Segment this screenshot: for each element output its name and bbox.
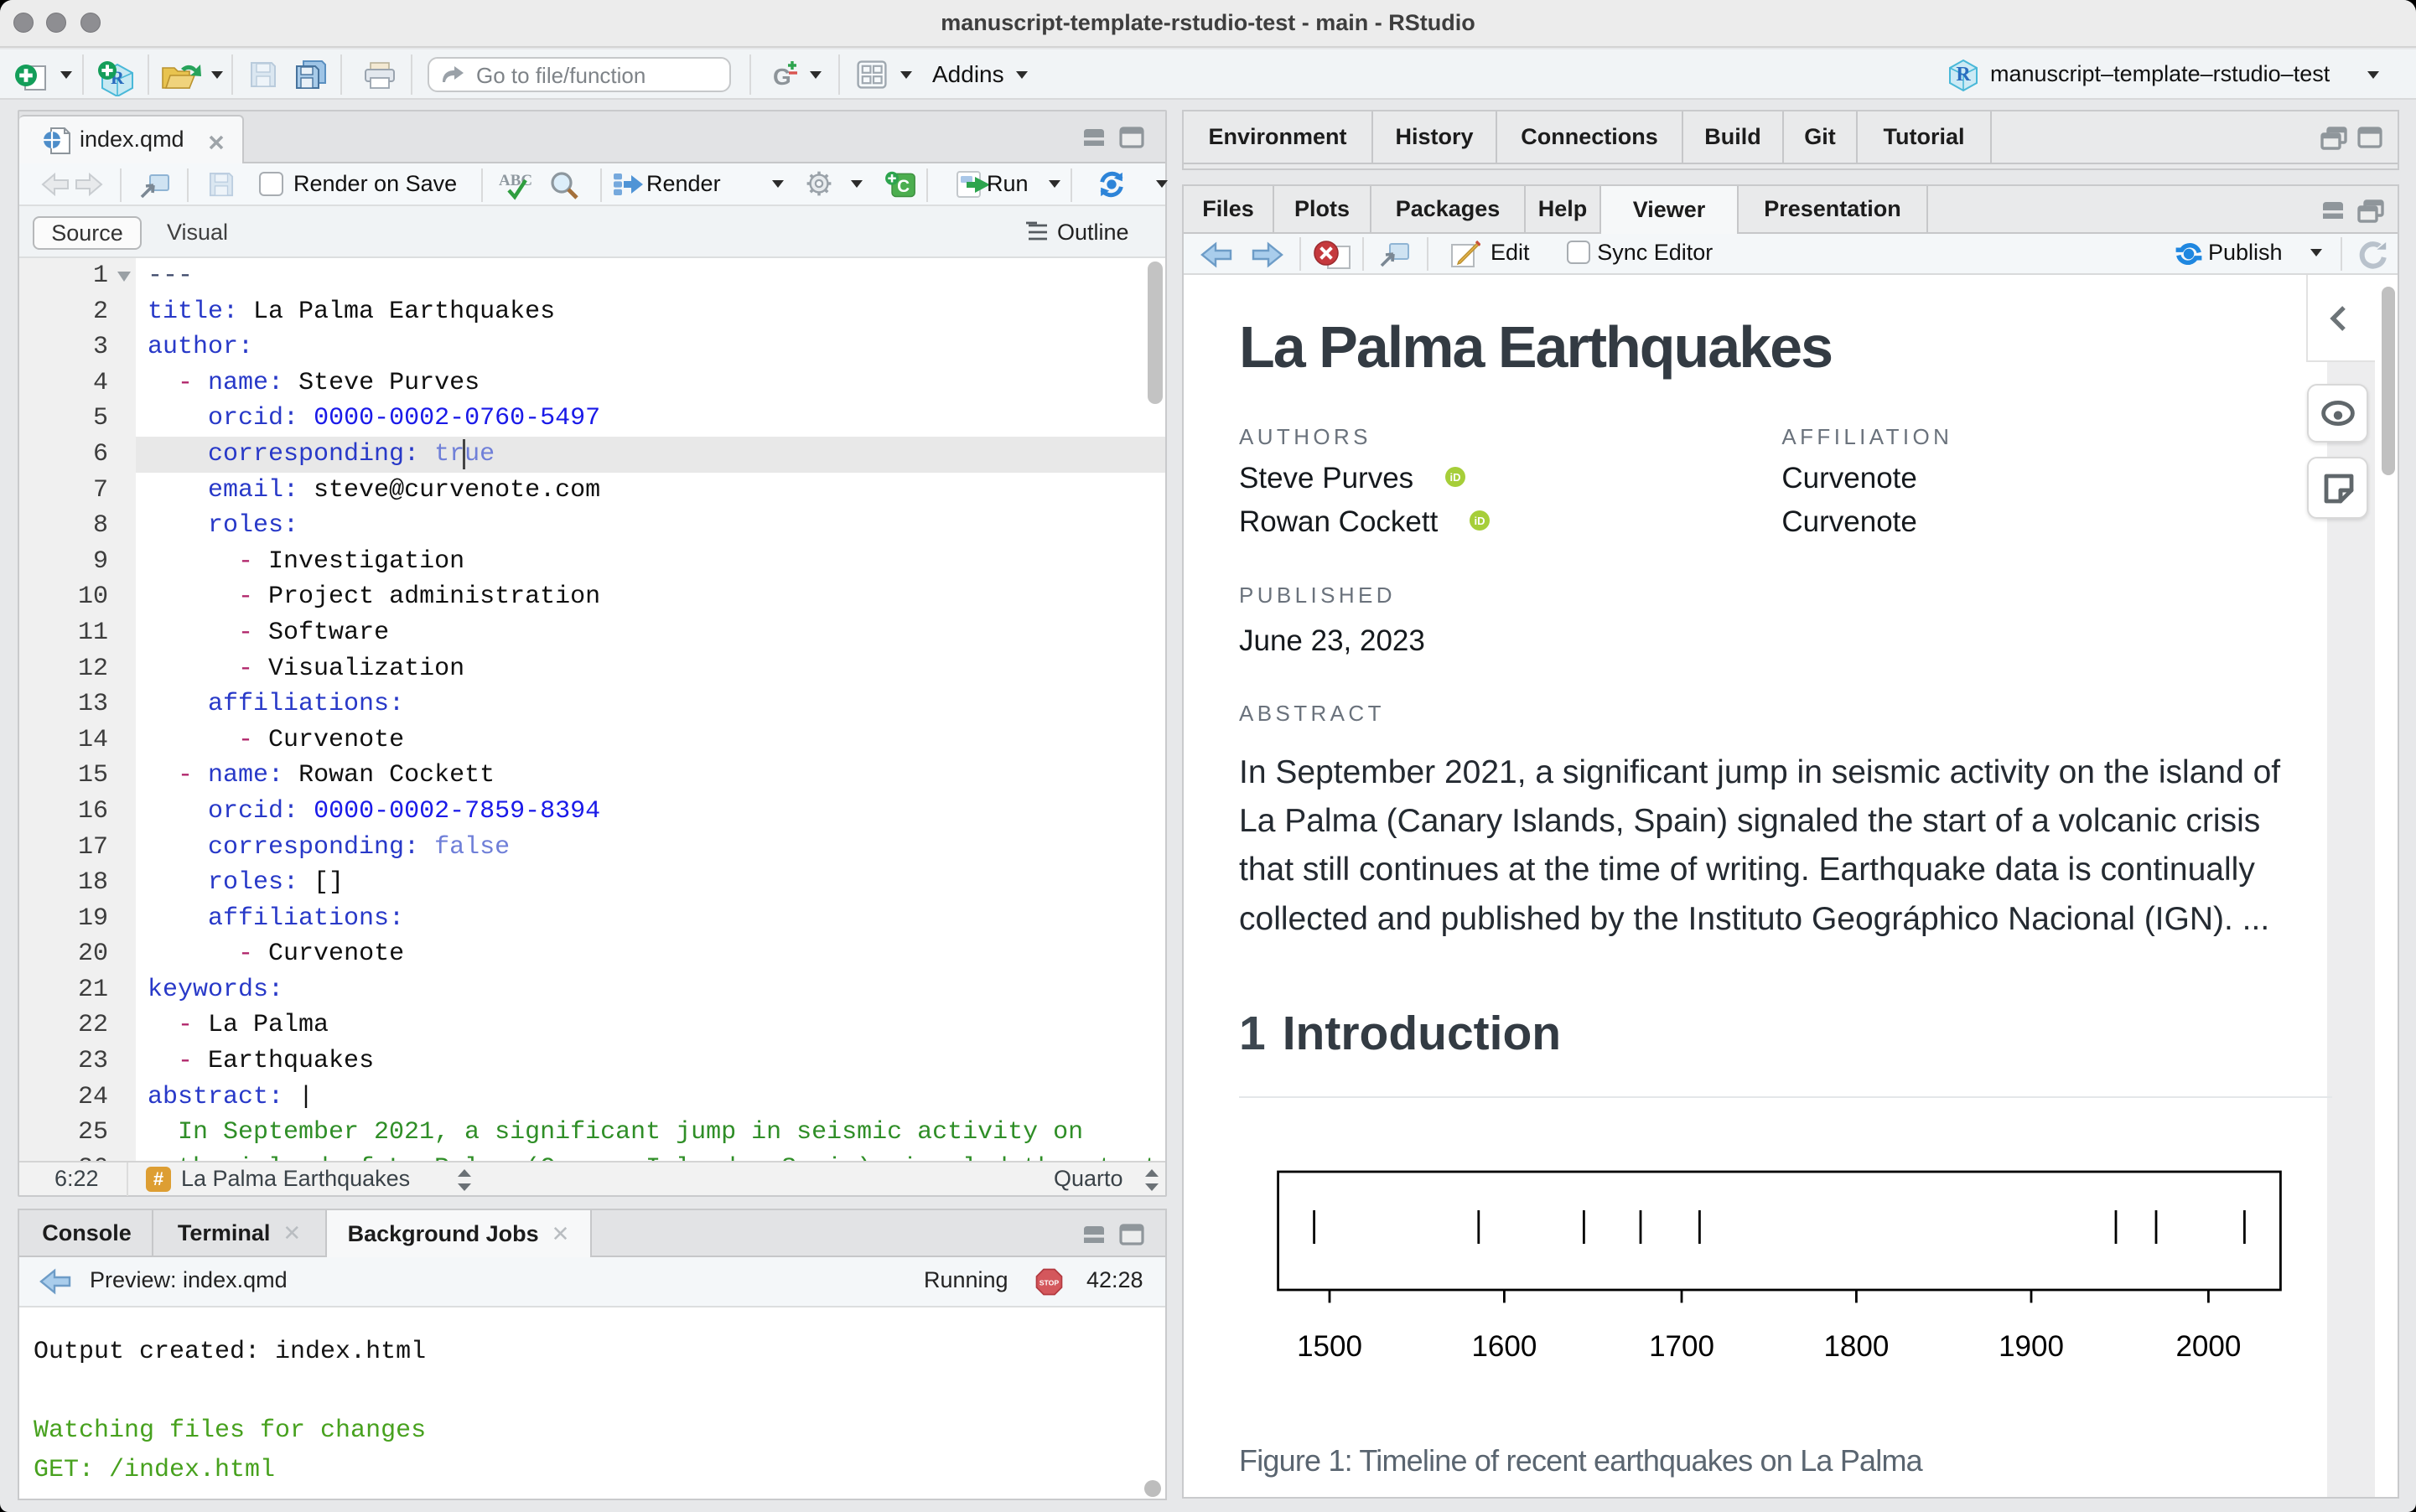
svg-text:1700: 1700 [1649, 1330, 1714, 1363]
svg-text:R: R [1956, 64, 1971, 85]
svg-text:G: G [773, 64, 791, 90]
svg-text:1900: 1900 [1999, 1330, 2064, 1363]
svg-text:2000: 2000 [2175, 1330, 2241, 1363]
svg-text:1600: 1600 [1471, 1330, 1537, 1363]
svg-text:1800: 1800 [1823, 1330, 1889, 1363]
svg-text:C: C [897, 177, 910, 196]
svg-text:1500: 1500 [1297, 1330, 1362, 1363]
svg-text:iD: iD [1450, 471, 1461, 484]
svg-text:iD: iD [1475, 515, 1485, 528]
svg-text:STOP: STOP [1040, 1279, 1060, 1287]
svg-text:ABC: ABC [499, 172, 532, 189]
